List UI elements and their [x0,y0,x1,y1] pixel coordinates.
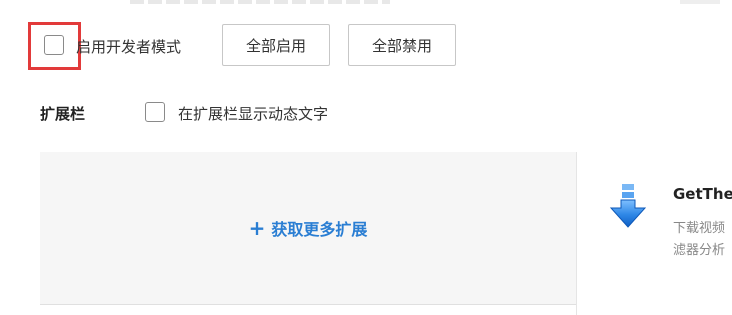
developer-mode-label[interactable]: 启用开发者模式 [76,36,181,57]
developer-mode-checkbox[interactable] [44,35,64,55]
extensions-page: 启用开发者模式 全部启用 全部禁用 扩展栏 在扩展栏显示动态文字 + 获取更多扩… [0,0,732,315]
toolbar-dynamic-text-checkbox[interactable] [145,102,165,122]
download-arrow-icon [609,184,647,228]
get-more-extensions-link[interactable]: + 获取更多扩展 [249,216,368,240]
extension-description-line-1: 下载视频 [673,221,726,236]
top-cutoff-text-right [680,0,720,4]
get-more-extensions-panel[interactable]: + 获取更多扩展 [40,152,576,304]
panel-bottom-divider [40,304,576,305]
get-more-extensions-label: 获取更多扩展 [271,220,368,239]
extension-description-line-2: 滤器分析 [673,243,726,258]
top-cutoff-text [130,0,390,4]
enable-all-button[interactable]: 全部启用 [222,24,330,66]
plus-icon: + [248,216,266,240]
toolbar-section-title: 扩展栏 [40,105,86,123]
disable-all-button[interactable]: 全部禁用 [348,24,456,66]
extension-description: 下载视频 滤器分析 [673,218,725,262]
extension-card[interactable]: GetThe 下载视频 滤器分析 [577,152,732,315]
toolbar-dynamic-text-label[interactable]: 在扩展栏显示动态文字 [178,103,328,124]
extension-name: GetThe [673,185,732,203]
